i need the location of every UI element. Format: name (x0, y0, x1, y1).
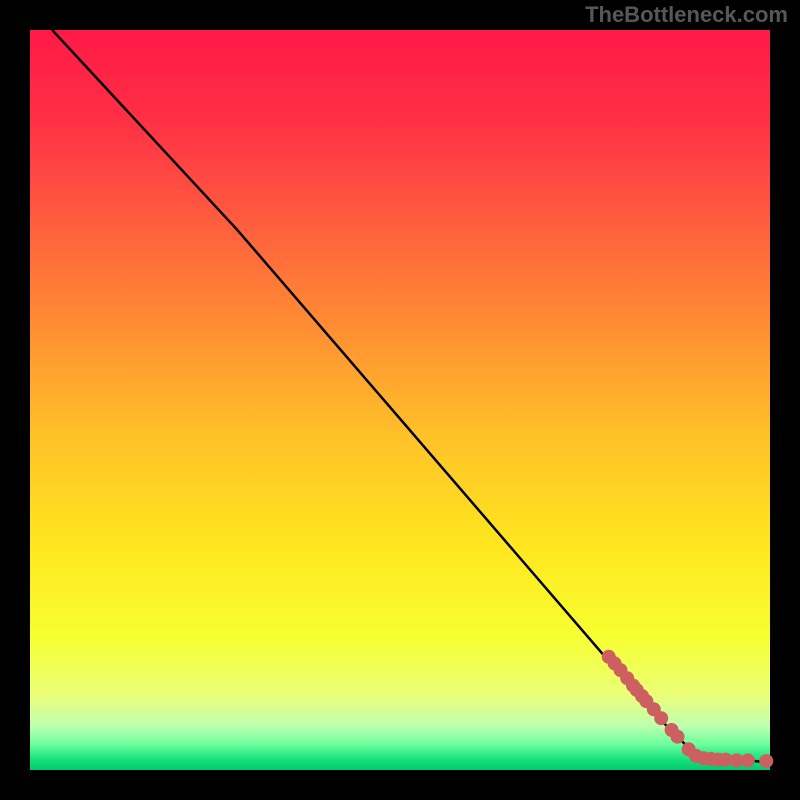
plot-area-background (30, 30, 770, 770)
chart-container: TheBottleneck.com (0, 0, 800, 800)
scatter-point (671, 730, 685, 744)
chart-svg (0, 0, 800, 800)
scatter-point (654, 711, 668, 725)
watermark-text: TheBottleneck.com (585, 2, 788, 28)
scatter-point (759, 754, 773, 768)
scatter-point (741, 753, 755, 767)
